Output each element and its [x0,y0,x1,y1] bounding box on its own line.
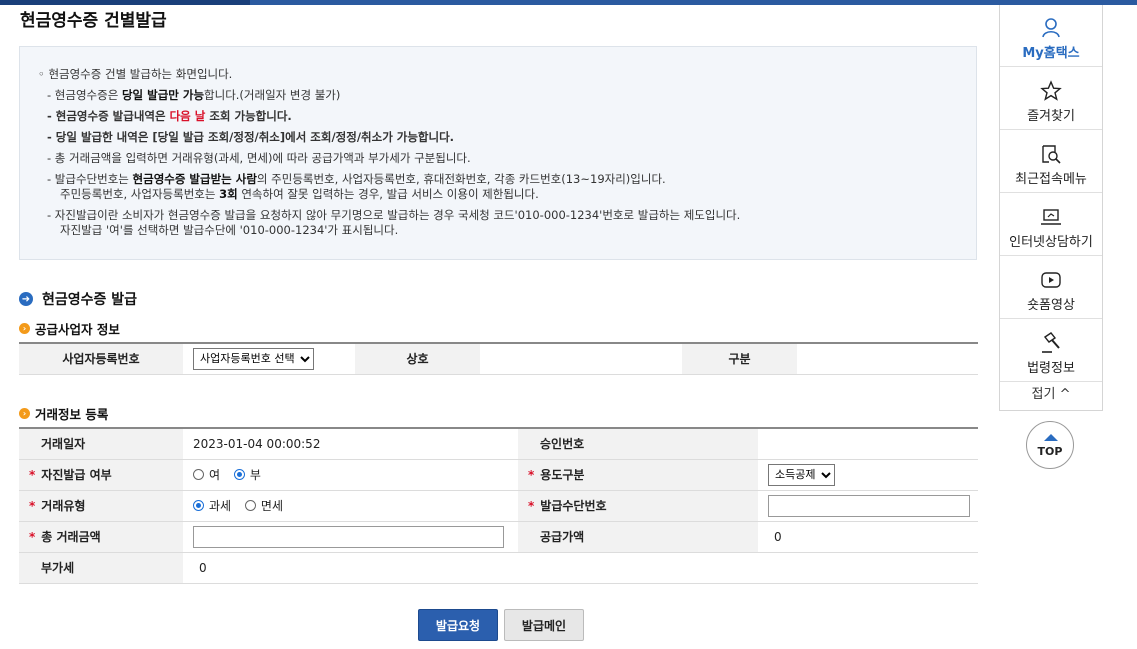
info-line: - 현금영수증 발급내역은 다음 날 조회 가능합니다. [47,109,292,123]
total-cell [183,521,518,553]
issue-main-button[interactable]: 발급메인 [504,609,584,641]
vat-value: 0 [183,552,978,584]
supplier-table: 사업자등록번호 사업자등록번호 선택 상호 구분 [19,342,978,375]
page-title: 현금영수증 건별발급 [20,11,167,31]
sidebar-label: 최근접속메뉴 [1015,172,1087,187]
radio-icon [193,469,204,480]
vat-label: 부가세 [19,552,183,584]
total-label: * 총 거래금액 [19,521,183,553]
brn-label: 사업자등록번호 [19,343,183,375]
trade-subtitle: › 거래정보 등록 [19,404,108,423]
approval-label: 승인번호 [518,428,758,460]
info-line: 자진발급 '여'를 선택하면 발급수단에 '010-000-1234'가 표시됩… [60,223,399,237]
supply-value: 0 [758,521,978,553]
sidebar-label: 즐겨찾기 [1027,109,1075,124]
self-issue-label: * 자진발급 여부 [19,459,183,491]
means-cell [758,490,978,522]
total-amount-input[interactable] [193,525,504,548]
info-box: ◦ 현금영수증 건별 발급하는 화면입니다. - 현금영수증은 당일 발급만 가… [19,46,977,260]
radio-checked-icon [233,469,245,480]
date-value: 2023-01-04 00:00:52 [183,428,518,460]
date-label: 거래일자 [19,428,183,460]
trade-type-cell: 과세 면세 [183,490,518,522]
sidebar-item-shortform[interactable]: 숏폼영상 [1000,257,1102,319]
type-label: 구분 [682,343,797,375]
taxable-radio[interactable]: 과세 [193,497,231,514]
play-icon [1041,272,1061,288]
self-issue-yes-radio[interactable]: 여 [193,466,220,483]
brn-select[interactable]: 사업자등록번호 선택 [193,347,314,370]
top-bar [0,0,1137,5]
info-line: ◦ 현금영수증 건별 발급하는 화면입니다. [38,67,233,81]
type-value [797,343,978,375]
bullet-icon: › [19,323,30,334]
gavel-icon [1042,332,1060,353]
sidebar-item-consult[interactable]: 인터넷상담하기 [1000,194,1102,256]
sidebar-label: 법령정보 [1027,361,1075,376]
radio-checked-icon [193,500,204,511]
arrow-up-icon [1044,434,1058,441]
info-line: 주민등록번호, 사업자등록번호는 3회 연속하여 잘못 입력하는 경우, 발급 … [60,187,539,201]
star-icon [1040,80,1062,101]
trade-table: 거래일자 2023-01-04 00:00:52 승인번호 * 자진발급 여부 여… [19,427,978,584]
info-line: - 총 거래금액을 입력하면 거래유형(과세, 면세)에 따라 공급가액과 부가… [47,151,471,165]
self-issue-cell: 여 부 [183,459,518,491]
info-line: - 현금영수증은 당일 발급만 가능합니다.(거래일자 변경 불가) [47,88,341,102]
bullet-icon: › [19,408,30,419]
sidebar-item-recent-menu[interactable]: 최근접속메뉴 [1000,131,1102,193]
recent-search-icon [1042,145,1061,164]
top-bar-accent [0,0,250,5]
issue-request-button[interactable]: 발급요청 [418,609,498,641]
sidebar-item-favorites[interactable]: 즐겨찾기 [1000,68,1102,130]
sidebar-item-law-info[interactable]: 법령정보 [1000,320,1102,382]
usage-label: * 용도구분 [518,459,758,491]
name-label: 상호 [355,343,480,375]
user-icon [1042,18,1060,38]
trade-type-label: * 거래유형 [19,490,183,522]
laptop-icon [1041,209,1061,225]
supply-label: 공급가액 [518,521,758,553]
approval-value [758,428,978,460]
radio-icon [244,500,256,511]
brn-cell: 사업자등록번호 선택 [183,343,355,375]
quick-menu: My홈택스 즐겨찾기 최근접속메뉴 인터넷상담하기 숏폼영상 법령정보 접기 ^ [999,5,1103,411]
scroll-top-button[interactable]: TOP [1026,421,1074,469]
exempt-radio[interactable]: 면세 [244,497,283,514]
means-input[interactable] [768,494,970,517]
usage-cell: 소득공제 [758,459,978,491]
sidebar-label: My홈택스 [1022,46,1080,61]
supplier-subtitle: › 공급사업자 정보 [19,319,120,338]
fold-button[interactable]: 접기 ^ [1000,383,1102,402]
info-line: - 발급수단번호는 현금영수증 발급받는 사람의 주민등록번호, 사업자등록번호… [47,172,666,186]
arrow-right-icon: ➜ [19,292,33,306]
section-title: ➜ 현금영수증 발급 [19,289,137,309]
usage-select[interactable]: 소득공제 [768,463,835,486]
sidebar-label: 인터넷상담하기 [1009,235,1093,250]
info-line: - 자진발급이란 소비자가 현금영수증 발급을 요청하지 않아 무기명으로 발급… [47,208,741,222]
top-label: TOP [1037,445,1063,458]
means-label: * 발급수단번호 [518,490,758,522]
info-line: - 당일 발급한 내역은 [당일 발급 조회/정정/취소]에서 조회/정정/취소… [47,130,455,144]
sidebar-label: 숏폼영상 [1027,298,1075,313]
self-issue-no-radio[interactable]: 부 [233,466,261,483]
name-value [480,343,682,375]
sidebar-item-my-hometax[interactable]: My홈택스 [1000,5,1102,67]
